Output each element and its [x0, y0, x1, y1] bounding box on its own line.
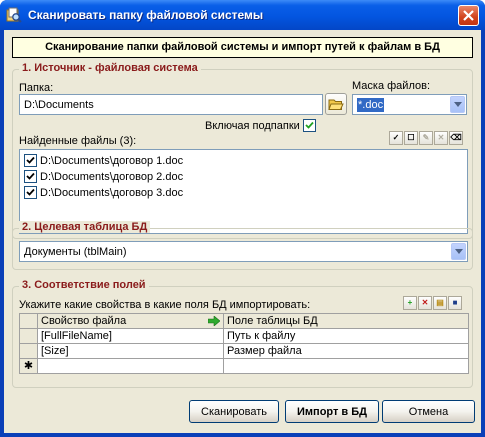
browse-folder-button[interactable] [325, 93, 347, 115]
source-group: 1. Источник - файловая система Папка: D:… [12, 62, 473, 239]
file-path: D:\Documents\договор 3.doc [40, 187, 184, 199]
add-row-icon[interactable]: + [403, 296, 417, 310]
import-button[interactable]: Импорт в БД [285, 400, 379, 423]
subfolders-label: Включая подпапки [205, 120, 300, 132]
dialog-client-area: Сканирование папки файловой системы и им… [4, 30, 481, 433]
file-mask-value: *.doc [357, 98, 385, 112]
row-selector[interactable] [19, 343, 38, 359]
field-cell[interactable]: Размер файла [223, 343, 469, 359]
mapping-toolbar: + ✕ ▤ ■ [403, 296, 469, 310]
field-cell[interactable] [223, 358, 469, 374]
property-cell[interactable] [37, 358, 224, 374]
open-mapping-icon[interactable]: ▤ [433, 296, 447, 310]
row-selector[interactable] [19, 328, 38, 344]
grid-corner-cell [19, 313, 38, 329]
checkmark-icon [26, 156, 35, 164]
file-mask-combo[interactable]: *.doc [352, 94, 467, 115]
mapping-hint: Укажите какие свойства в какие поля БД и… [19, 299, 311, 311]
target-table-value: Документы (tblMain) [24, 246, 127, 258]
source-group-legend: 1. Источник - файловая система [19, 62, 201, 74]
uncheck-all-icon[interactable]: ☐ [404, 131, 418, 145]
subfolders-checkbox[interactable] [303, 119, 316, 132]
table-row[interactable]: [FullFileName] Путь к файлу [19, 328, 469, 344]
property-cell[interactable]: [FullFileName] [37, 328, 224, 344]
scan-folder-icon [6, 7, 22, 23]
checkmark-icon [305, 121, 314, 129]
property-cell[interactable]: [Size] [37, 343, 224, 359]
column-header-property[interactable]: Свойство файла [37, 313, 224, 329]
close-button[interactable] [458, 5, 479, 26]
checkmark-icon [26, 188, 35, 196]
new-row-marker-icon[interactable]: ✱ [19, 358, 38, 374]
scan-button[interactable]: Сканировать [189, 400, 279, 423]
edit-icon[interactable]: ✎ [419, 131, 433, 145]
open-folder-icon [328, 99, 344, 110]
cancel-button[interactable]: Отмена [382, 400, 475, 423]
found-files-label: Найденные файлы (3): [19, 135, 137, 147]
clear-icon[interactable]: ⌫ [449, 131, 463, 145]
column-header-field[interactable]: Поле таблицы БД [223, 313, 469, 329]
mapping-group-legend: 3. Соответствие полей [19, 279, 149, 291]
file-path: D:\Documents\договор 2.doc [40, 171, 184, 183]
arrow-right-icon [208, 315, 220, 326]
title-bar[interactable]: Сканировать папку файловой системы [0, 0, 485, 30]
new-row[interactable]: ✱ [19, 358, 469, 374]
dialog-window: Сканировать папку файловой системы Скани… [0, 0, 485, 437]
folder-input[interactable]: D:\Documents [19, 94, 323, 115]
file-path: D:\Documents\договор 1.doc [40, 155, 184, 167]
delete-icon[interactable]: ✕ [434, 131, 448, 145]
target-group-legend: 2. Целевая таблица БД [19, 221, 151, 233]
grid-header-row: Свойство файла Поле таблицы БД [19, 313, 469, 329]
column-header-property-label: Свойство файла [41, 314, 127, 327]
target-dropdown-button[interactable] [451, 243, 466, 260]
save-mapping-icon[interactable]: ■ [448, 296, 462, 310]
window-title: Сканировать папку файловой системы [28, 8, 264, 22]
target-table-combo[interactable]: Документы (tblMain) [19, 241, 468, 262]
mapping-group: 3. Соответствие полей Укажите какие свой… [12, 279, 473, 388]
file-checkbox[interactable] [24, 170, 37, 183]
checkmark-icon [26, 172, 35, 180]
mask-dropdown-button[interactable] [450, 96, 465, 113]
chevron-down-icon [455, 248, 463, 254]
target-group: 2. Целевая таблица БД Документы (tblMain… [12, 221, 473, 270]
files-toolbar: ✓ ☐ ✎ ✕ ⌫ [389, 131, 469, 145]
delete-row-icon[interactable]: ✕ [418, 296, 432, 310]
mask-label: Маска файлов: [352, 80, 431, 92]
description-banner: Сканирование папки файловой системы и им… [12, 37, 473, 58]
folder-label: Папка: [19, 82, 54, 94]
mapping-grid[interactable]: Свойство файла Поле таблицы БД [FullFile… [19, 313, 469, 374]
field-cell[interactable]: Путь к файлу [223, 328, 469, 344]
check-all-icon[interactable]: ✓ [389, 131, 403, 145]
close-icon [463, 10, 474, 21]
table-row[interactable]: [Size] Размер файла [19, 343, 469, 359]
chevron-down-icon [454, 101, 462, 107]
file-checkbox[interactable] [24, 186, 37, 199]
file-checkbox[interactable] [24, 154, 37, 167]
